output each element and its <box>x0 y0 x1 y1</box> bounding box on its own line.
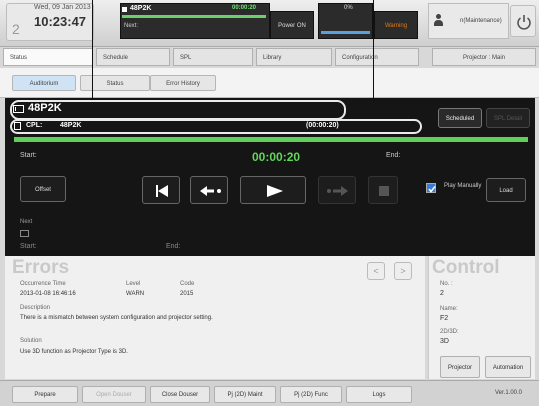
level-header: Level <box>126 281 141 287</box>
play-manually-label: Play Manually <box>444 183 482 189</box>
name-label: Name: <box>440 306 458 312</box>
end-label: End: <box>386 152 401 159</box>
automation-button[interactable]: Automation <box>485 356 531 378</box>
play-manually-checkbox[interactable] <box>426 183 436 193</box>
occurrence-time-header: Occurrence Time <box>20 281 66 287</box>
annotation-line-left <box>92 0 93 103</box>
rewind-button[interactable] <box>190 176 228 204</box>
tab-spl[interactable]: SPL <box>173 48 253 66</box>
storage-percent: 0% <box>344 5 353 11</box>
occurrence-time-value: 2013-01-08 16:46:16 <box>20 291 76 297</box>
cpl-value: 48P2K <box>60 122 82 129</box>
description-value: There is a mismatch between system confi… <box>20 315 213 321</box>
number-value: 2 <box>440 290 444 297</box>
offset-button[interactable]: Offset <box>20 176 66 202</box>
user-name: n(Maintenance) <box>460 18 502 24</box>
projector-select[interactable]: Projector : Main <box>432 48 536 66</box>
number-label: No. : <box>440 281 453 287</box>
tab-configuration[interactable]: Configuration <box>335 48 419 66</box>
logs-button[interactable]: Logs <box>346 386 412 403</box>
subtab-error-history[interactable]: Error History <box>150 75 216 91</box>
next-end-label: End: <box>166 243 181 250</box>
now-playing-next: Next: <box>124 23 139 29</box>
tab-library[interactable]: Library <box>256 48 332 66</box>
name-value: F2 <box>440 315 449 322</box>
solution-value: Use 3D function as Projector Type is 3D. <box>20 349 128 355</box>
code-value: 2015 <box>180 291 194 297</box>
stop-icon <box>379 186 389 196</box>
tab-schedule[interactable]: Schedule <box>96 48 170 66</box>
subtab-auditorium[interactable]: Auditorium <box>12 75 76 91</box>
start-label: Start: <box>20 152 37 159</box>
clock-time: 10:23:47 <box>34 14 87 29</box>
user-icon <box>434 14 443 26</box>
day-number: 2 <box>12 21 20 37</box>
mode-label: 2D/3D: <box>440 329 459 335</box>
stop-square-icon <box>122 7 127 12</box>
fast-forward-icon <box>327 186 348 196</box>
now-playing-title: 48P2K <box>130 5 152 12</box>
play-button[interactable] <box>240 176 306 204</box>
stop-button[interactable] <box>368 176 398 204</box>
show-title: 48P2K <box>28 102 62 114</box>
current-time: 00:00:20 <box>252 150 301 164</box>
warning-button[interactable]: Warning <box>374 11 418 39</box>
play-icon <box>267 185 283 197</box>
control-title: Control <box>432 257 500 278</box>
storage-bar <box>321 31 370 34</box>
next-error-button[interactable]: > <box>394 262 412 280</box>
date-text: Wed, 09 Jan 2013 <box>34 4 91 11</box>
subtab-status[interactable]: Status <box>80 75 150 91</box>
version-label: Ver.1.00.0 <box>495 390 523 396</box>
prepare-button[interactable]: Prepare <box>12 386 78 403</box>
load-button[interactable]: Load <box>486 178 526 202</box>
prev-error-button[interactable]: < <box>367 262 385 280</box>
cpl-duration: (00:00:20) <box>306 122 339 129</box>
level-value: WARN <box>126 291 145 297</box>
power-icon <box>517 15 531 30</box>
now-playing-elapsed: 00:00:20 <box>232 5 257 11</box>
scheduled-button[interactable]: Scheduled <box>438 108 482 128</box>
pj-maint-button[interactable]: Pj (2D) Maint <box>214 386 276 403</box>
annotation-line-right <box>373 0 374 103</box>
film-icon <box>13 105 24 113</box>
pj-func-button[interactable]: Pj (2D) Func <box>280 386 342 403</box>
rewind-icon <box>200 186 221 196</box>
next-start-label: Start: <box>20 243 37 250</box>
tab-status[interactable]: Status <box>3 48 93 66</box>
cpl-label: CPL: <box>26 122 43 129</box>
playback-progress-bar <box>14 137 528 142</box>
spl-detail-button[interactable]: SPL Detail <box>486 108 530 128</box>
skip-back-icon <box>156 185 168 197</box>
open-douser-button[interactable]: Open Douser <box>82 386 146 403</box>
skip-back-button[interactable] <box>142 176 180 204</box>
power-status-button[interactable]: Power ON <box>270 11 314 39</box>
errors-title: Errors <box>12 257 70 278</box>
document-icon <box>14 122 21 130</box>
check-icon <box>428 186 436 193</box>
solution-header: Solution <box>20 338 42 344</box>
mode-value: 3D <box>440 338 449 345</box>
description-header: Description <box>20 305 51 311</box>
now-playing-progress <box>122 15 266 18</box>
projector-button[interactable]: Projector <box>440 356 480 378</box>
next-label: Next <box>20 219 33 225</box>
shutdown-button[interactable] <box>510 5 536 37</box>
close-douser-button[interactable]: Close Douser <box>150 386 210 403</box>
code-header: Code <box>180 281 195 287</box>
next-film-icon <box>20 230 29 237</box>
fast-forward-button[interactable] <box>318 176 356 204</box>
